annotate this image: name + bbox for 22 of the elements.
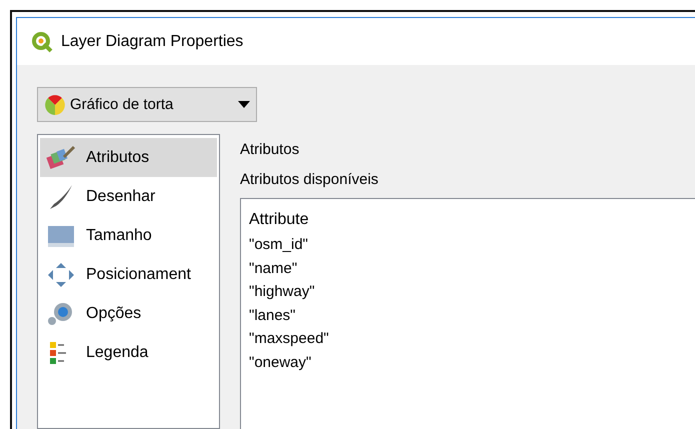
table-cell[interactable]: "maxspeed" — [249, 327, 687, 350]
sidebar-item[interactable]: Tamanho — [40, 216, 217, 255]
section-subtitle: Atributos disponíveis — [240, 170, 380, 190]
paintbrush-icon — [46, 144, 76, 170]
sidebar-item[interactable]: Posicionament — [40, 255, 217, 294]
window-title: Layer Diagram Properties — [61, 32, 244, 50]
pie-chart-icon — [44, 94, 66, 116]
app-logo-icon — [31, 30, 53, 52]
diagram-type-dropdown[interactable]: Gráfico de torta — [37, 87, 257, 122]
section-title: Atributos — [240, 140, 300, 160]
column-header[interactable]: Attribute — [249, 207, 687, 233]
dropdown-caret-icon — [238, 101, 250, 108]
sidebar-item[interactable]: Opções — [40, 294, 217, 333]
table-cell[interactable]: "lanes" — [249, 304, 687, 327]
move-arrows-icon — [46, 262, 76, 288]
table-cell[interactable]: "name" — [249, 256, 687, 280]
table-cell[interactable]: "osm_id" — [249, 233, 687, 256]
table-cell[interactable]: "highway" — [249, 280, 687, 304]
sidebar-item[interactable]: Legenda — [40, 333, 217, 372]
sidebar-item[interactable]: Desenhar — [40, 177, 217, 216]
table-cell[interactable]: "oneway" — [249, 350, 687, 374]
sidebar-item[interactable]: Atributos — [40, 138, 217, 177]
